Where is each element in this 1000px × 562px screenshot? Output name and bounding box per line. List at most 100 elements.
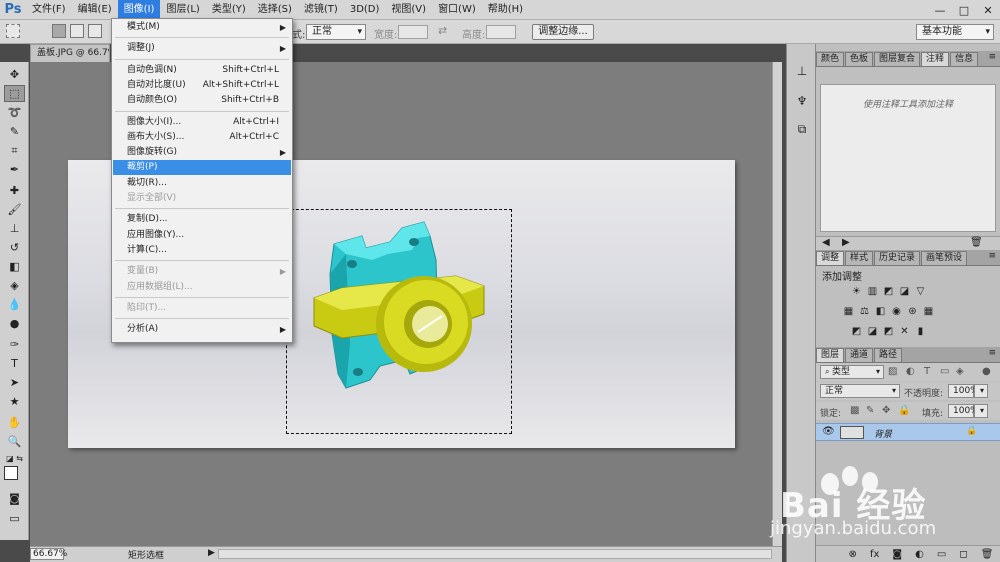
rectangular-marquee-tool-icon[interactable]: ⬚ (4, 85, 25, 102)
status-arrow-icon[interactable]: ▶ (208, 548, 215, 558)
style-select[interactable]: 正常 (306, 24, 366, 40)
move-tool-icon[interactable]: ✥ (4, 66, 25, 83)
tab-color[interactable]: 颜色 (816, 52, 845, 66)
lock-transparent-icon[interactable]: ▩ (850, 405, 859, 416)
clone-stamp-tool-icon[interactable]: ⊥ (4, 220, 25, 237)
refine-edge-button[interactable]: 调整边缘... (532, 24, 594, 40)
lock-position-icon[interactable]: ✥ (882, 405, 890, 416)
fill-arrow[interactable] (974, 404, 988, 418)
shape-tool-icon[interactable]: ★ (4, 393, 25, 410)
vibrance-icon[interactable]: ▽ (915, 286, 926, 297)
menu-item-image-size[interactable]: 图像大小(I)... Alt+Ctrl+I (113, 115, 291, 130)
menu-select[interactable]: 选择(S) (252, 0, 298, 20)
close-button[interactable]: ✕ (976, 0, 1000, 20)
default-colors-icon[interactable]: ◪ ⇆ (4, 450, 25, 467)
workspace-select[interactable]: 基本功能 (916, 24, 994, 40)
filter-toggle-icon[interactable]: ● (982, 366, 991, 377)
menu-item-calculations[interactable]: 计算(C)... (113, 243, 291, 258)
blend-mode-select[interactable]: 正常 (820, 384, 900, 398)
subtract-selection-icon[interactable] (88, 24, 102, 38)
tab-swatches[interactable]: 色板 (845, 52, 874, 66)
layers-menu-icon[interactable]: ≡ (988, 348, 996, 358)
filter-adjust-icon[interactable]: ◐ (906, 366, 915, 377)
menu-item-analysis[interactable]: 分析(A) ▶ (113, 322, 291, 337)
quick-selection-tool-icon[interactable]: ✎ (4, 123, 25, 140)
dodge-tool-icon[interactable]: ● (4, 315, 25, 332)
menu-item-duplicate[interactable]: 复制(D)... (113, 212, 291, 227)
next-note-icon[interactable]: ▶ (842, 237, 850, 248)
eyedropper-tool-icon[interactable]: ✒ (4, 161, 25, 178)
menu-window[interactable]: 窗口(W) (432, 0, 482, 20)
add-selection-icon[interactable] (70, 24, 84, 38)
menu-item-mode[interactable]: 模式(M) ▶ (113, 20, 291, 35)
menu-layer[interactable]: 图层(L) (160, 0, 205, 20)
lock-all-icon[interactable]: 🔒 (898, 405, 910, 416)
delete-note-icon[interactable]: 🗑 (970, 237, 983, 248)
tab-channels[interactable]: 通道 (845, 348, 874, 362)
menu-file[interactable]: 文件(F) (26, 0, 72, 20)
path-selection-tool-icon[interactable]: ➤ (4, 374, 25, 391)
selective-color-icon[interactable]: ✕ (899, 326, 910, 337)
lasso-tool-icon[interactable]: ➰ (4, 104, 25, 121)
tab-notes[interactable]: 注释 (921, 52, 950, 66)
black-white-icon[interactable]: ◧ (875, 306, 886, 317)
menu-item-image-rotation[interactable]: 图像旋转(G) ▶ (113, 145, 291, 160)
clone-source-icon[interactable]: ⧉ (793, 120, 811, 138)
menu-item-adjustments[interactable]: 调整(J) ▶ (113, 41, 291, 56)
opacity-field[interactable]: 100% (948, 384, 979, 398)
tab-styles[interactable]: 样式 (845, 251, 874, 265)
height-field[interactable] (486, 25, 516, 39)
tab-layers[interactable]: 图层 (816, 348, 845, 362)
posterize-icon[interactable]: ◪ (867, 326, 878, 337)
screen-mode-icon[interactable]: ▭ (4, 510, 25, 527)
exposure-icon[interactable]: ◪ (899, 286, 910, 297)
crop-tool-icon[interactable]: ⌗ (4, 142, 25, 159)
threshold-icon[interactable]: ◩ (883, 326, 894, 337)
tool-presets-icon[interactable]: ⊥ (793, 62, 811, 80)
curves-icon[interactable]: ◩ (883, 286, 894, 297)
menu-item-trim[interactable]: 裁切(R)... (113, 176, 291, 191)
pen-tool-icon[interactable]: ✑ (4, 336, 25, 353)
tab-info[interactable]: 信息 (950, 52, 979, 66)
tab-history[interactable]: 历史记录 (874, 251, 921, 265)
layer-filter-select[interactable]: ⌕ 类型 (820, 365, 884, 379)
maximize-button[interactable]: □ (952, 0, 976, 20)
foreground-color-swatch[interactable] (4, 466, 18, 480)
visibility-eye-icon[interactable]: 👁 (822, 426, 835, 437)
tab-brush-presets[interactable]: 画笔预设 (921, 251, 968, 265)
swap-icon[interactable]: ⇄ (438, 24, 447, 37)
layer-name[interactable]: 背景 (874, 427, 892, 440)
menu-item-auto-tone[interactable]: 自动色调(N) Shift+Ctrl+L (113, 63, 291, 78)
type-tool-icon[interactable]: T (4, 355, 25, 372)
filter-smart-icon[interactable]: ◈ (956, 366, 964, 377)
gradient-map-icon[interactable]: ▮ (915, 326, 926, 337)
tab-adjustments[interactable]: 调整 (816, 251, 845, 265)
photo-filter-icon[interactable]: ◉ (891, 306, 902, 317)
adjust-menu-icon[interactable]: ≡ (988, 251, 996, 261)
panel-menu-icon[interactable]: ≡ (988, 52, 996, 62)
healing-brush-tool-icon[interactable]: ✚ (4, 182, 25, 199)
lock-image-icon[interactable]: ✎ (866, 405, 874, 416)
color-lookup-icon[interactable]: ▦ (923, 306, 934, 317)
tab-paths[interactable]: 路径 (874, 348, 903, 362)
quick-mask-icon[interactable]: ◙ (4, 490, 25, 507)
fill-field[interactable]: 100% (948, 404, 979, 418)
eraser-tool-icon[interactable]: ◧ (4, 258, 25, 275)
menu-image[interactable]: 图像(I) (117, 0, 161, 20)
document-tab[interactable]: 盖板.JPG @ 66.7% (30, 44, 110, 62)
hand-tool-icon[interactable]: ✋ (4, 414, 25, 431)
zoom-tool-icon[interactable]: 🔍 (4, 433, 25, 450)
opacity-arrow[interactable] (974, 384, 988, 398)
width-field[interactable] (398, 25, 428, 39)
menu-edit[interactable]: 编辑(E) (72, 0, 118, 20)
layer-row-background[interactable]: 👁 背景 🔒 (816, 423, 1000, 441)
menu-item-apply-image[interactable]: 应用图像(Y)... (113, 228, 291, 243)
prev-note-icon[interactable]: ◀ (822, 237, 830, 248)
menu-item-auto-color[interactable]: 自动颜色(O) Shift+Ctrl+B (113, 93, 291, 108)
filter-type-icon[interactable]: T (924, 366, 930, 377)
menu-view[interactable]: 视图(V) (385, 0, 432, 20)
minimize-button[interactable]: — (928, 0, 952, 20)
paint-bucket-tool-icon[interactable]: ◈ (4, 277, 25, 294)
new-selection-icon[interactable] (52, 24, 66, 38)
tab-layer-comps[interactable]: 图层复合 (874, 52, 921, 66)
